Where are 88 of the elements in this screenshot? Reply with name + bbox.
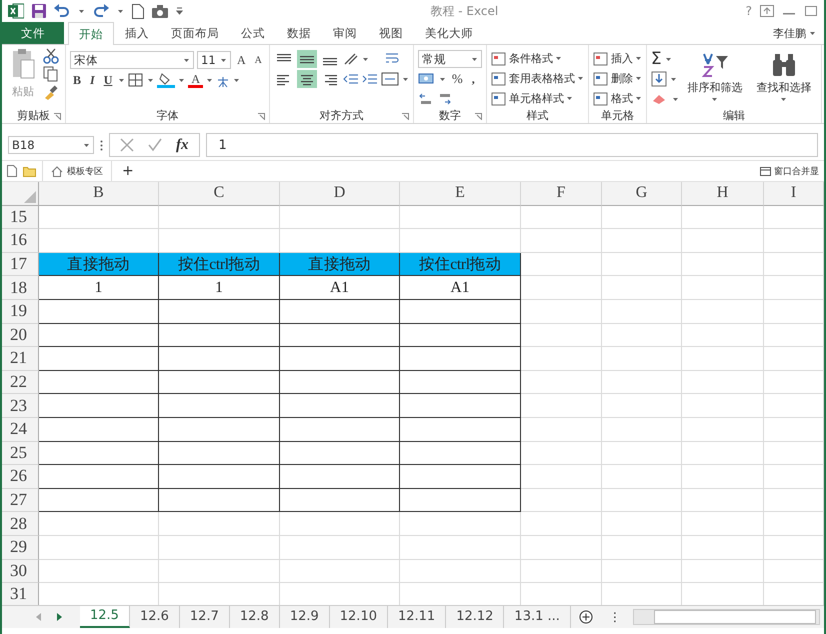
table-cell: 1: [39, 276, 159, 300]
font-color-button[interactable]: A: [188, 72, 204, 88]
row-header[interactable]: 26: [2, 465, 39, 489]
row-header[interactable]: 30: [2, 560, 39, 584]
column-header[interactable]: C: [159, 182, 280, 206]
row-header[interactable]: 23: [2, 394, 39, 418]
table-cell: 直接拖动: [280, 252, 400, 276]
table-cell: 1: [159, 276, 280, 300]
column-header[interactable]: E: [400, 182, 521, 206]
bold-button[interactable]: B: [70, 72, 84, 88]
font-size-field[interactable]: 11: [197, 51, 231, 69]
column-header[interactable]: H: [682, 182, 764, 206]
insert-function-button[interactable]: fx: [176, 136, 188, 154]
sheet-tab[interactable]: 12.12: [446, 606, 504, 628]
table-cell: A1: [400, 276, 521, 300]
sort-filter-label[interactable]: 排序和筛选: [687, 80, 742, 95]
group-label: 单元格: [600, 108, 634, 122]
column-header[interactable]: I: [764, 182, 824, 206]
merge-windows-button[interactable]: 窗口合并显: [774, 164, 819, 178]
sheet-tab[interactable]: 12.7: [180, 606, 230, 628]
column-header[interactable]: B: [39, 182, 159, 206]
row-header[interactable]: 27: [2, 488, 39, 512]
row-header[interactable]: 18: [2, 276, 39, 300]
help-button[interactable]: ?: [746, 4, 752, 18]
cells-menu[interactable]: 删除: [592, 70, 642, 87]
template-tab[interactable]: 模板专区: [67, 164, 103, 178]
percent-button[interactable]: %: [448, 71, 466, 87]
row-header[interactable]: 17: [2, 252, 39, 276]
comma-button[interactable]: ,: [468, 72, 478, 86]
sheet-tab[interactable]: 12.8: [230, 606, 280, 628]
row-header[interactable]: 25: [2, 442, 39, 466]
group-label: 编辑: [722, 108, 745, 123]
row-header[interactable]: 22: [2, 370, 39, 394]
shrink-font-button[interactable]: A: [252, 54, 265, 66]
sum-button[interactable]: Σ: [650, 49, 662, 69]
cells-menu[interactable]: 格式: [592, 90, 642, 107]
sheet-tab[interactable]: 12.10: [330, 606, 388, 628]
style-menu[interactable]: 单元格样式: [490, 90, 584, 107]
column-header[interactable]: G: [602, 182, 682, 206]
sheet-tab[interactable]: 12.9: [280, 606, 330, 628]
sheet-options-button[interactable]: ⋮: [600, 606, 629, 628]
sheet-tab[interactable]: 12.6: [130, 606, 180, 628]
group-label: 字体: [156, 108, 178, 122]
user-name[interactable]: 李佳鹏: [773, 26, 806, 40]
group-label: 数字: [438, 108, 461, 123]
file-tab[interactable]: 文件: [2, 22, 64, 44]
sheet-tab[interactable]: 12.5: [80, 606, 130, 628]
ribbon-tab[interactable]: 视图: [368, 22, 414, 44]
ribbon-tab[interactable]: 美化大师: [414, 22, 484, 44]
sheet-tab[interactable]: 13.1 ...: [504, 606, 571, 628]
italic-button[interactable]: I: [87, 72, 98, 88]
formula-field[interactable]: 1: [206, 133, 818, 157]
number-format-field[interactable]: 常规: [418, 50, 482, 68]
row-header[interactable]: 24: [2, 418, 39, 442]
style-menu[interactable]: 条件格式: [490, 50, 584, 67]
row-header[interactable]: 31: [2, 583, 39, 607]
row-header[interactable]: 20: [2, 324, 39, 348]
ribbon-tab[interactable]: 数据: [276, 22, 322, 44]
group-label: 对齐方式: [319, 108, 364, 122]
group-label: 剪贴板: [17, 108, 50, 122]
ribbon-tab[interactable]: 插入: [114, 22, 160, 44]
ribbon-tab[interactable]: 公式: [230, 22, 276, 44]
style-menu[interactable]: 套用表格格式: [490, 70, 584, 87]
name-box[interactable]: B18: [8, 136, 94, 154]
table-cell: 按住ctrl拖动: [400, 252, 521, 276]
grow-font-button[interactable]: A: [234, 52, 249, 68]
table-cell: 按住ctrl拖动: [159, 252, 280, 276]
font-field[interactable]: 宋体: [70, 51, 194, 69]
table-cell: 直接拖动: [39, 252, 159, 276]
row-header[interactable]: 19: [2, 300, 39, 324]
row-header[interactable]: 29: [2, 536, 39, 560]
row-header[interactable]: 16: [2, 229, 39, 253]
row-header[interactable]: 15: [2, 206, 39, 230]
sheet-tab[interactable]: 12.11: [388, 606, 446, 628]
ribbon-tab[interactable]: 页面布局: [160, 22, 230, 44]
cells-menu[interactable]: 插入: [592, 50, 642, 67]
table-cell: A1: [280, 276, 400, 300]
column-header[interactable]: D: [280, 182, 400, 206]
row-header[interactable]: 28: [2, 512, 39, 536]
underline-button[interactable]: U: [100, 72, 116, 88]
add-tab-button[interactable]: +: [118, 163, 138, 179]
ribbon-tab[interactable]: 开始: [68, 22, 114, 45]
find-select-label[interactable]: 查找和选择: [756, 80, 812, 95]
row-header[interactable]: 21: [2, 347, 39, 371]
column-header[interactable]: F: [521, 182, 602, 206]
group-label: 样式: [526, 108, 548, 122]
ribbon-tab[interactable]: 审阅: [322, 22, 368, 44]
window-title: 教程 - Excel: [429, 2, 500, 20]
